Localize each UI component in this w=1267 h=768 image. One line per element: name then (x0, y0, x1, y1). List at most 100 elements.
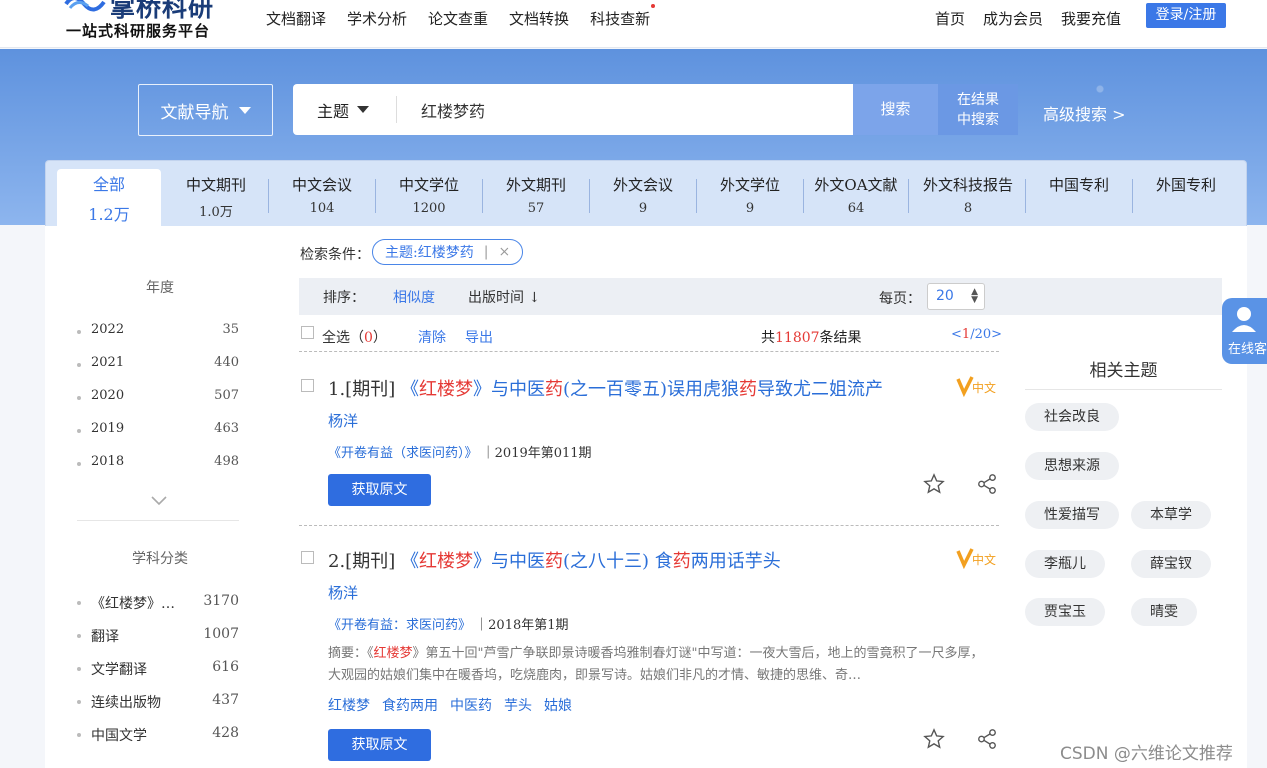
year-filter-item[interactable]: 2018 498 (77, 454, 239, 476)
tab-separator (696, 179, 697, 213)
nav-item-home[interactable]: 首页 (935, 8, 965, 29)
year-filter-item[interactable]: 2022 35 (77, 322, 239, 344)
related-topic-chip[interactable]: 性爱描写 (1025, 501, 1119, 529)
result-issue: ｜2018年第1期 (475, 618, 569, 633)
tab-all[interactable]: 全部 1.2万 (57, 169, 161, 227)
select-all-checkbox[interactable] (301, 326, 314, 339)
login-button[interactable]: 登录/注册 (1146, 3, 1226, 28)
nav-item-translate[interactable]: 文档翻译 (266, 8, 326, 29)
result-title[interactable]: 1.[期刊] 《红楼梦》与中医药(之一百零五)误用虎狼药导致尤二姐流产 (328, 375, 883, 401)
related-topic-chip[interactable]: 思想来源 (1025, 452, 1119, 480)
related-topic-chip[interactable]: 李瓶儿 (1025, 550, 1105, 578)
sort-by-relevance[interactable]: 相似度 (393, 287, 435, 307)
tab-foreign-tech-report[interactable]: 外文科技报告 8 (910, 169, 1026, 227)
tab-foreign-patent[interactable]: 外国专利 (1134, 169, 1238, 227)
search-field-select[interactable]: 主题 (317, 84, 370, 135)
result-checkbox[interactable] (301, 551, 314, 564)
svg-text:中文: 中文 (972, 552, 996, 567)
abstract-part: 摘要：《 (328, 646, 374, 661)
tab-count: 1200 (412, 201, 446, 216)
star-icon[interactable] (923, 728, 945, 750)
tab-label: 外文OA文献 (814, 176, 898, 194)
online-service-button[interactable]: 在线客 (1222, 298, 1267, 364)
tab-foreign-oa[interactable]: 外文OA文献 64 (804, 169, 908, 227)
subject-label: 翻译 (91, 629, 119, 645)
tab-foreign-degree[interactable]: 外文学位 9 (698, 169, 802, 227)
share-icon[interactable] (976, 728, 998, 750)
chevron-down-icon[interactable] (150, 492, 168, 510)
subject-filter-item[interactable]: 《红楼梦》… 3170 (77, 593, 239, 615)
result-checkbox[interactable] (301, 379, 314, 392)
tab-count: 9 (745, 201, 755, 216)
keyword-tag[interactable]: 芋头 (504, 695, 532, 715)
per-page-select[interactable]: 20 ▲ ▼ (927, 283, 985, 310)
subject-filter-item[interactable]: 文学翻译 616 (77, 659, 239, 681)
year-label: 2022 (91, 322, 125, 337)
tab-cn-journal[interactable]: 中文期刊 1.0万 (164, 169, 268, 227)
star-icon[interactable] (923, 473, 945, 495)
tab-foreign-conference[interactable]: 外文会议 9 (591, 169, 695, 227)
bullet-icon (77, 363, 81, 367)
related-topic-chip[interactable]: 薛宝钗 (1131, 550, 1211, 578)
year-filter-item[interactable]: 2020 507 (77, 388, 239, 410)
search-box: 主题 (293, 84, 853, 135)
result-abstract: 摘要：《红楼梦》第五十回"芦雪广争联即景诗暖香坞雅制春灯谜"中写道：一夜大雪后，… (328, 643, 993, 687)
nav-item-convert[interactable]: 文档转换 (509, 8, 569, 29)
search-input[interactable] (421, 94, 841, 125)
result-divider (299, 525, 999, 526)
literature-nav-select[interactable]: 文献导航 (138, 84, 273, 136)
nav-item-membership[interactable]: 成为会员 (983, 8, 1043, 29)
search-field-label: 主题 (317, 101, 350, 121)
related-topic-chip[interactable]: 社会改良 (1025, 403, 1119, 431)
keyword-tag[interactable]: 红楼梦 (328, 695, 370, 715)
result-author[interactable]: 杨洋 (328, 410, 358, 431)
tab-cn-degree[interactable]: 中文学位 1200 (377, 169, 481, 227)
nav-item-plagiarism[interactable]: 论文查重 (428, 8, 488, 29)
year-filter-item[interactable]: 2019 463 (77, 421, 239, 443)
get-fulltext-button[interactable]: 获取原文 (328, 729, 431, 761)
nav-item-novelty[interactable]: 科技查新 (590, 4, 656, 29)
results-header: 全选（0） 清除 导出 共11807条结果 <1/20> (299, 324, 1002, 352)
tab-cn-patent[interactable]: 中国专利 (1027, 169, 1131, 227)
related-topic-chip[interactable]: 晴雯 (1131, 598, 1197, 626)
chinese-source-badge-icon: 中文 (956, 548, 996, 569)
keyword-part: 中医 (450, 698, 478, 714)
result-author[interactable]: 杨洋 (328, 582, 358, 603)
related-topic-chip[interactable]: 贾宝玉 (1025, 598, 1105, 626)
result-title[interactable]: 2.[期刊] 《红楼梦》与中医药(之八十三) 食药两用话芋头 (328, 547, 781, 573)
nav-item-analysis[interactable]: 学术分析 (347, 8, 407, 29)
export-button[interactable]: 导出 (465, 327, 493, 347)
get-fulltext-button[interactable]: 获取原文 (328, 474, 431, 506)
share-icon[interactable] (976, 473, 998, 495)
journal-link[interactable]: 《开卷有益：求医问药》 (328, 618, 471, 633)
clear-selection-button[interactable]: 清除 (418, 327, 446, 347)
subject-filter-item[interactable]: 连续出版物 437 (77, 692, 239, 714)
journal-link[interactable]: 《开卷有益（求医问药）》 (328, 446, 478, 461)
related-topic-chip[interactable]: 本草学 (1131, 501, 1211, 529)
keyword-tag[interactable]: 中医药 (450, 695, 492, 715)
select-all-label[interactable]: 全选（0） (322, 327, 387, 347)
pager[interactable]: <1/20> (951, 327, 1002, 342)
tab-label: 中文会议 (291, 176, 352, 194)
tab-cn-conference[interactable]: 中文会议 104 (270, 169, 374, 227)
subject-filter-item[interactable]: 翻译 1007 (77, 626, 239, 648)
tab-separator (1132, 179, 1133, 213)
tab-foreign-journal[interactable]: 外文期刊 57 (484, 169, 588, 227)
sort-by-pubtime[interactable]: 出版时间 ↓ (468, 287, 540, 307)
year-count: 463 (214, 421, 239, 436)
result-type: 1.[期刊] (328, 379, 396, 400)
tab-count: 57 (527, 201, 545, 216)
year-filter-item[interactable]: 2021 440 (77, 355, 239, 377)
subject-filter-item[interactable]: 中国文学 428 (77, 725, 239, 747)
keyword-tag[interactable]: 姑娘 (544, 695, 572, 715)
search-button[interactable]: 搜索 (853, 84, 938, 135)
year-count: 440 (214, 355, 239, 370)
tab-label: 中文学位 (398, 176, 459, 194)
search-within-results-button[interactable]: 在结果 中搜索 (938, 84, 1018, 135)
remove-condition-icon[interactable]: × (498, 244, 510, 260)
condition-chip-label: 主题:红楼梦药 (385, 245, 474, 261)
title-part: (之一百零五)误用虎狼 (562, 379, 739, 400)
advanced-search-link[interactable]: 高级搜索 > (1043, 101, 1126, 125)
keyword-tag[interactable]: 食药两用 (382, 695, 438, 715)
nav-item-recharge[interactable]: 我要充值 (1061, 8, 1121, 29)
